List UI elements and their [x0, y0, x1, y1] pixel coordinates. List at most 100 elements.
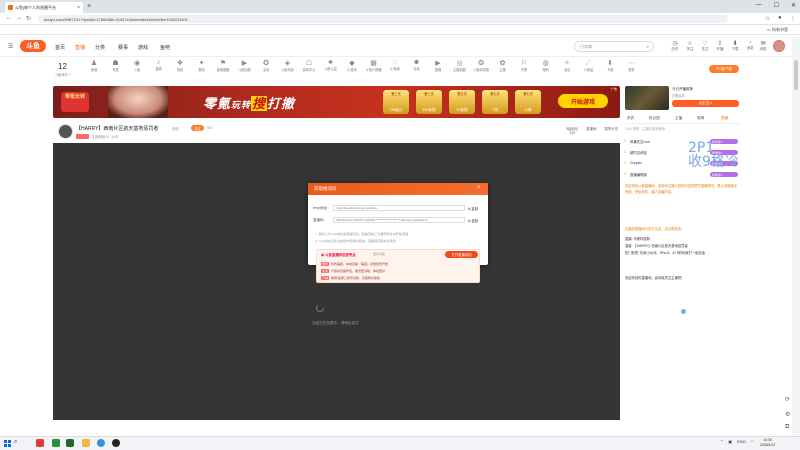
rank-name-1[interactable]: 风暴先生love: [630, 139, 650, 144]
nav-games[interactable]: 游戏: [138, 44, 148, 51]
settings-icon[interactable]: ⚙: [785, 411, 790, 418]
category-item[interactable]: ♟ 鱼塘: [83, 59, 105, 72]
taskbar-search-icon[interactable]: ⌕: [14, 439, 26, 447]
new-tab-button[interactable]: +: [87, 3, 91, 10]
site-logo[interactable]: 斗鱼: [20, 40, 46, 52]
rank-name-4[interactable]: 直播编辑部: [630, 172, 647, 177]
rank-name-2[interactable]: 超时空伊娃: [630, 150, 647, 155]
tab-contrib[interactable]: 贡献: [721, 116, 728, 121]
category-item[interactable]: ▦ 斗鱼计算器: [363, 59, 385, 72]
start-stream-button[interactable]: ⇪ 开播: [713, 40, 727, 52]
tab-fans[interactable]: 粉丝团: [649, 116, 660, 121]
bookmark-star-icon[interactable]: ☆: [765, 15, 770, 22]
windows-start-icon[interactable]: [4, 440, 11, 447]
back-icon[interactable]: ←: [6, 15, 12, 21]
copy-key-button[interactable]: ⧉ 复制: [468, 218, 478, 223]
category-item[interactable]: ♪ 星眼: [148, 59, 170, 71]
dialog-close-icon[interactable]: ×: [477, 185, 481, 191]
download-button[interactable]: ⬇ 下载: [728, 40, 742, 52]
season-share[interactable]: 赛季分享: [604, 126, 618, 135]
category-item[interactable]: ⋯ 更多: [621, 59, 643, 72]
forward-icon[interactable]: →: [16, 15, 22, 21]
category-item[interactable]: ◎ 主播招募: [449, 59, 471, 72]
follow-button[interactable]: 关注: [191, 125, 204, 131]
category-item[interactable]: ▶ 直播: [427, 59, 449, 72]
category-item[interactable]: ☻ 在线: [406, 59, 428, 71]
category-item[interactable]: ☖ 游戏中心: [298, 59, 320, 72]
nav-home[interactable]: 首页: [55, 44, 65, 51]
category-item[interactable]: ⚑ 英雄直播: [212, 59, 234, 72]
follow-button[interactable]: ☆ 关注: [683, 40, 697, 52]
recommend-thumbnail[interactable]: [625, 86, 669, 110]
category-item[interactable]: ☄ 斗鱼星: [578, 59, 600, 72]
scrollbar-thumb[interactable]: [794, 60, 798, 90]
category-item[interactable]: ⬇ 下载: [599, 59, 621, 72]
category-item[interactable]: ✦ 推特: [191, 59, 213, 72]
start-game-button[interactable]: 开始游戏: [558, 94, 608, 108]
tray-app-icon[interactable]: ▣: [728, 439, 732, 444]
system-clock[interactable]: 14:35 2025/4/12: [760, 438, 775, 447]
nav-events[interactable]: 赛事: [118, 44, 128, 51]
notifications-button[interactable]: ◔ 消息: [743, 40, 757, 51]
category-item[interactable]: ◉ 斗鱼: [126, 59, 148, 72]
category-item[interactable]: ✧ 活动: [556, 59, 578, 72]
category-item[interactable]: ♣ 斗鱼公益: [320, 59, 342, 71]
file-explorer-icon[interactable]: [82, 439, 90, 447]
reload-icon[interactable]: ↻: [26, 15, 31, 22]
streamer-avatar[interactable]: [58, 124, 73, 139]
search-icon[interactable]: ⌕: [646, 44, 649, 50]
tab-vip[interactable]: 贵宾: [627, 116, 634, 121]
room-tool[interactable]: 直播间: [586, 126, 596, 135]
rank-name-3[interactable]: Guryaki: [630, 161, 642, 165]
category-item[interactable]: ❂ 斗鱼体验馆: [470, 59, 492, 72]
tab-host[interactable]: 主播: [675, 116, 682, 121]
share-icon[interactable]: ⟳: [785, 396, 790, 403]
user-avatar[interactable]: [773, 40, 785, 52]
close-tab-icon[interactable]: ×: [77, 5, 80, 11]
nav-category[interactable]: 分类: [95, 44, 105, 51]
open-streamer-companion-button[interactable]: 打开直播伴侣: [445, 251, 478, 258]
ad-banner[interactable]: 零氪玩转 零氪玩转搜打撤 第三天 2W鱼丸 第三天 500鱼翅 第五天 20鱼翅 第七…: [53, 86, 620, 118]
category-item[interactable]: ◆ 小游戏: [341, 59, 363, 72]
maximize-icon[interactable]: ☐: [774, 2, 779, 9]
chevron-up-icon[interactable]: ⌃: [720, 439, 723, 444]
category-item[interactable]: ◈ 斗鱼商店: [277, 59, 299, 72]
pc-client-button[interactable]: PC客户端: [709, 65, 739, 73]
address-bar[interactable]: douyu.com/9487101?dyshid=1766b88e-91427e…: [38, 15, 728, 23]
app-icon-excel[interactable]: [66, 439, 74, 447]
category-item[interactable]: ☗ 专属: [105, 59, 127, 72]
category-item[interactable]: ✪ 活动: [255, 59, 277, 72]
external-link-icon[interactable]: ⧉: [785, 424, 789, 431]
stream-key-field[interactable]: 9487101rluuTkNzHxTqjVPkc****************…: [333, 217, 465, 223]
chrome-icon[interactable]: [97, 439, 105, 447]
app-icon-red[interactable]: [36, 439, 44, 447]
menu-dots-icon[interactable]: ⋮: [790, 15, 796, 22]
close-window-icon[interactable]: ✕: [791, 2, 796, 9]
fan-level[interactable]: 5级粉丝 135: [566, 126, 578, 135]
wifi-icon[interactable]: ◠: [751, 439, 755, 444]
page-scrollbar[interactable]: [792, 37, 800, 435]
copy-rtmp-button[interactable]: ⧉ 复制: [468, 206, 478, 211]
browser-tab[interactable]: 斗鱼|每个人的直播平台 ×: [5, 2, 83, 13]
app-icon-green[interactable]: [52, 439, 60, 447]
hamburger-menu-icon[interactable]: ☰: [8, 43, 13, 50]
category-item[interactable]: ❖ 特权: [169, 59, 191, 72]
history-button[interactable]: ◷ 历史: [668, 40, 682, 52]
app-icon-dark[interactable]: [112, 439, 120, 447]
language-indicator[interactable]: ENG: [737, 439, 746, 444]
nav-fishbar[interactable]: 鱼吧: [160, 44, 170, 51]
category-item[interactable]: ✿ 主播: [492, 59, 514, 72]
messages-button[interactable]: ✉ 消息: [756, 40, 770, 52]
favorites-button[interactable]: ♡ 关注: [698, 40, 712, 52]
category-item[interactable]: ◌ 小鱼塘: [384, 59, 406, 71]
nav-live[interactable]: 直播: [75, 44, 85, 51]
minimize-icon[interactable]: —: [756, 2, 762, 9]
all-bookmarks-button[interactable]: ▭ 所有书签: [767, 27, 788, 33]
category-item[interactable]: ▶ 斗鱼回放: [234, 59, 256, 72]
site-search-input[interactable]: 日本稿 ⌕: [574, 41, 654, 52]
profile-icon[interactable]: ●: [778, 15, 782, 21]
rtmp-address-field[interactable]: rtmp://sendtc3.douyu.com/live: [333, 205, 465, 211]
tab-weekly[interactable]: 周榜: [697, 116, 704, 121]
category-item[interactable]: ⚐ 开黑: [513, 59, 535, 72]
recommend-enter-button[interactable]: 点击进入: [672, 100, 739, 107]
